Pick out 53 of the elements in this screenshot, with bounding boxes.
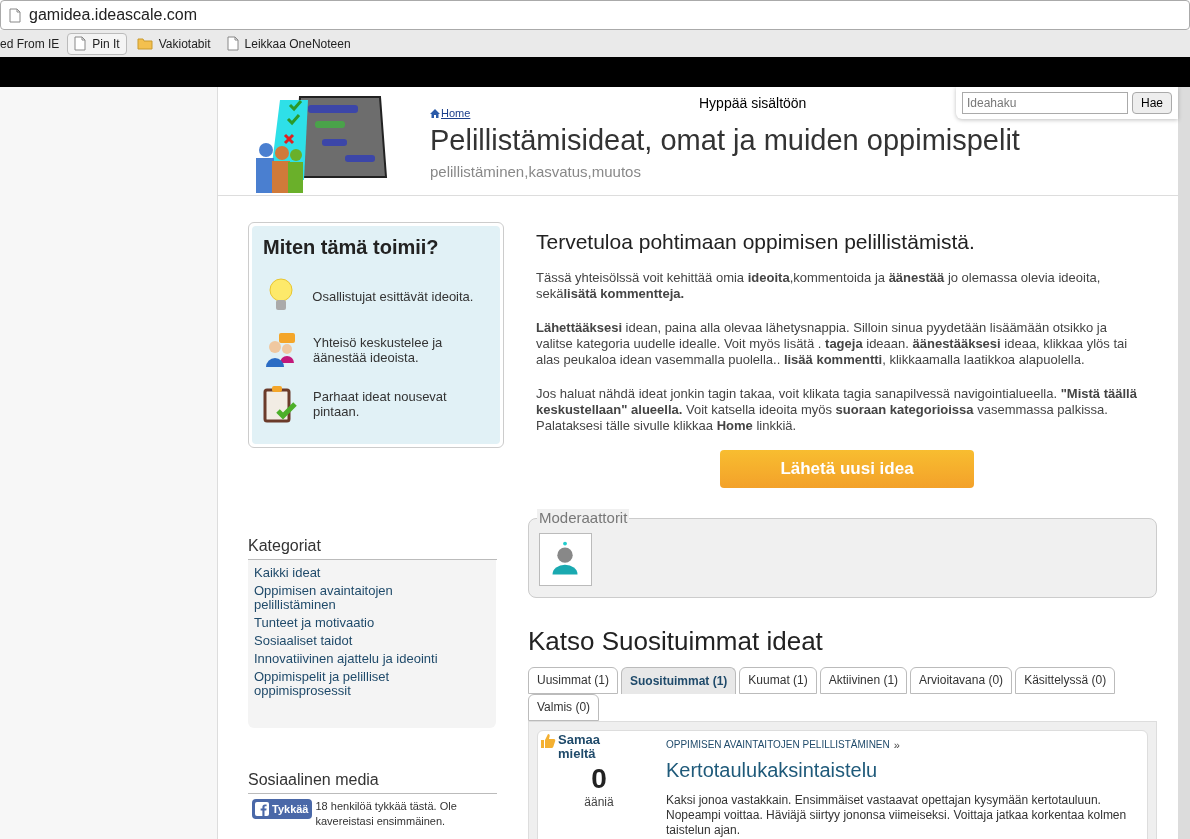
category-link[interactable]: Innovatiivinen ajattelu ja ideointi bbox=[254, 652, 454, 666]
welcome-title: Tervetuloa pohtimaan oppimisen pelillistämistä. bbox=[536, 229, 976, 255]
page-icon bbox=[226, 36, 239, 51]
facebook-icon bbox=[255, 802, 269, 816]
avatar bbox=[539, 532, 592, 586]
skip-link[interactable]: Hyppää sisältöön bbox=[699, 93, 807, 114]
like-button[interactable]: Tykkää bbox=[252, 799, 312, 819]
clipboard-check-icon bbox=[263, 385, 299, 423]
vote-count: 0 bbox=[591, 764, 607, 793]
page-icon bbox=[9, 7, 21, 23]
category-link[interactable]: Oppimisen avaintaitojen pelillistäminen bbox=[254, 584, 454, 612]
category-link[interactable]: OPPIMISEN AVAINTAITOJEN PELILLISTÄMINEN bbox=[666, 737, 890, 753]
like-count-text: 18 henkilöä tykkää tästä. Ole kavereistasi ensimmäinen. bbox=[315, 799, 458, 829]
tag-list: pelillistäminen,kasvatus,muutos bbox=[430, 160, 1020, 183]
idea-description: Kaksi jonoa vastakkain. Ensimmäiset vastaavat opettajan kysymään kertotauluun. Nopeampi voittaa. Häviäjä siirtyy jononsa viimeiseksi. Voittaja jatkaa korkentaa kolmen taistelun ajan. bbox=[666, 793, 1128, 838]
thumbs-up-icon bbox=[540, 732, 556, 749]
bookmark-link[interactable]: Pin It bbox=[67, 32, 127, 55]
step-text: Yhteisö keskustelee ja äänestää ideoista. bbox=[313, 335, 444, 365]
bookmark-folder[interactable]: Vakiotabit bbox=[130, 34, 217, 53]
welcome-paragraph: Jos haluat nähdä ideat jonkin tagin takaa, voit klikata tagia sanapilvessä navigointialueella. "Mistä täällä keskustellaan" alueella. Voit katsella ideoita myös suoraan kategorioissa vasemmassa palkissa. Palataksesi tälle sivulle klikkaa Home linkkiä. bbox=[536, 385, 1138, 434]
section-heading: Sosiaalinen media bbox=[248, 768, 497, 794]
idea-tab[interactable]: Kuumat (1) bbox=[739, 666, 817, 694]
search-field[interactable]: Ideahaku bbox=[962, 92, 1128, 114]
vote-unit: ääniä bbox=[584, 793, 614, 811]
panel-title: Miten tämä toimii? bbox=[263, 235, 440, 260]
step-text: Parhaat ideat nousevat pintaan. bbox=[313, 389, 448, 419]
idea-tab[interactable]: Käsittelyssä (0) bbox=[1015, 666, 1116, 694]
category-link[interactable]: Oppimispelit ja pelilliset oppimisprosessit bbox=[254, 670, 454, 698]
page-icon bbox=[74, 36, 87, 51]
idea-tab[interactable]: Arvioitavana (0) bbox=[910, 666, 1013, 694]
idea-tab[interactable]: Suosituimmat (1) bbox=[621, 666, 737, 694]
bookmark-link[interactable]: Leikkaa OneNoteen bbox=[220, 34, 357, 53]
category-link[interactable]: Tunteet ja motivaatio bbox=[254, 616, 454, 630]
idea-tab[interactable]: Uusimmat (1) bbox=[528, 666, 618, 694]
category-link[interactable]: Kaikki ideat bbox=[254, 566, 454, 580]
ideas-heading: Katso Suosituimmat ideat bbox=[528, 624, 824, 658]
category-link[interactable]: Sosiaaliset taidot bbox=[254, 634, 454, 648]
page-title: Pelillistämisideat, omat ja muiden oppimispelit bbox=[430, 122, 1020, 157]
home-link[interactable]: Home bbox=[430, 105, 471, 122]
welcome-paragraph: Lähettääksesi idean, paina alla olevaa lähetysnappia. Silloin sinua pyydetään lisäämään otsikko ja valitse kategoria uudelle idealle. Voit myös lisätä . tageja ideaan. äänestääksesi ideaa, klikkaa ylös tai alas peukaloa idean vasemmalla puolella.. lisää kommentti, klikkaamalla laatikkoa alapuolella. bbox=[536, 319, 1129, 368]
bookmark-link[interactable]: ed From IE bbox=[0, 34, 64, 53]
idea-tab[interactable]: Valmis (0) bbox=[528, 693, 600, 721]
url-text: gamidea.ideascale.com bbox=[29, 5, 198, 25]
address-bar[interactable]: gamidea.ideascale.com bbox=[0, 0, 1190, 30]
step-text: Osallistujat esittävät ideoita. bbox=[312, 288, 475, 304]
agree-button[interactable]: Samaa mieltä bbox=[540, 732, 658, 761]
home-icon bbox=[430, 108, 440, 118]
search-button[interactable]: Hae bbox=[1132, 92, 1172, 114]
folder-icon bbox=[136, 37, 153, 50]
breadcrumb-separator: » bbox=[893, 737, 900, 753]
welcome-paragraph: Tässä yhteisölssä voit kehittää omia ideoita,kommentoida ja äänestää jo olemassa olevia ideoita, sekälisätä kommentteja. bbox=[536, 269, 1102, 302]
idea-tab[interactable]: Aktiivinen (1) bbox=[819, 666, 908, 694]
idea-title-link[interactable]: Kertotaulukaksintaistelu bbox=[666, 755, 1146, 785]
